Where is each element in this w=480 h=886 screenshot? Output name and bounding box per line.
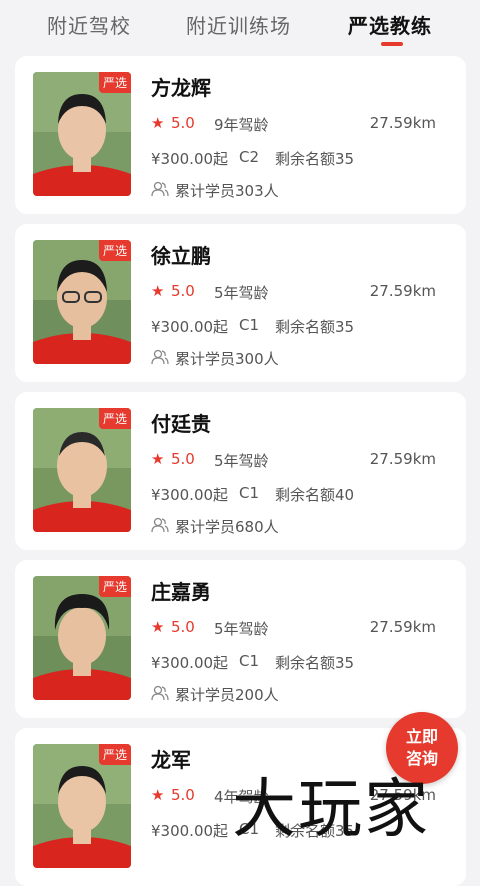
distance: 27.59km (369, 114, 436, 132)
coach-avatar: 严选 (33, 744, 131, 868)
star-icon: ★ (151, 618, 165, 636)
remaining-slots: 剩余名额35 (275, 150, 355, 168)
coach-name: 方龙辉 (151, 76, 211, 100)
coach-rating: 5.0 (171, 618, 195, 636)
user-group-icon (151, 685, 169, 701)
coach-rating: 5.0 (171, 450, 195, 468)
user-group-icon (151, 181, 169, 197)
driving-years: 9年驾龄 (214, 116, 269, 134)
tab-nearby-schools[interactable]: 附近驾校 (47, 10, 131, 39)
rating-row: ★ 5.0 5年驾龄 27.59km (151, 450, 451, 472)
watermark-logo: 大玩家 (232, 773, 430, 847)
consult-label-line1: 立即 (405, 727, 438, 746)
coach-name: 付廷贵 (151, 412, 211, 436)
coach-card[interactable]: 严选 徐立鹏 ★ 5.0 5年驾龄 27.59km ¥300.00起 C1 剩余… (15, 224, 466, 382)
star-icon: ★ (151, 450, 165, 468)
selected-badge: 严选 (98, 240, 131, 261)
coach-rating: 5.0 (171, 114, 195, 132)
coach-avatar: 严选 (33, 240, 131, 364)
rating-row: ★ 5.0 5年驾龄 27.59km (151, 282, 451, 304)
selected-badge: 严选 (98, 576, 131, 597)
distance: 27.59km (369, 282, 436, 300)
selected-badge: 严选 (98, 408, 131, 429)
driving-years: 5年驾龄 (214, 452, 269, 470)
license-type: C1 (239, 652, 260, 670)
license-type: C1 (239, 484, 260, 502)
coach-card[interactable]: 严选 庄嘉勇 ★ 5.0 5年驾龄 27.59km ¥300.00起 C1 剩余… (15, 560, 466, 718)
license-type: C2 (239, 148, 260, 166)
price: ¥300.00起 (151, 822, 229, 840)
selected-badge: 严选 (98, 744, 131, 765)
price: ¥300.00起 (151, 654, 229, 672)
remaining-slots: 剩余名额40 (275, 486, 355, 504)
total-students: 累计学员200人 (175, 686, 279, 704)
remaining-slots: 剩余名额35 (275, 318, 355, 336)
distance: 27.59km (369, 450, 436, 468)
user-group-icon (151, 517, 169, 533)
coach-avatar: 严选 (33, 408, 131, 532)
coach-name: 庄嘉勇 (151, 580, 211, 604)
total-students: 累计学员303人 (175, 182, 279, 200)
distance: 27.59km (369, 618, 436, 636)
coach-rating: 5.0 (171, 786, 195, 804)
active-tab-indicator (381, 42, 403, 46)
coach-name: 徐立鹏 (151, 244, 211, 268)
star-icon: ★ (151, 786, 165, 804)
rating-row: ★ 5.0 5年驾龄 27.59km (151, 618, 451, 640)
driving-years: 5年驾龄 (214, 620, 269, 638)
user-group-icon (151, 349, 169, 365)
coach-rating: 5.0 (171, 282, 195, 300)
coach-card[interactable]: 严选 方龙辉 ★ 5.0 9年驾龄 27.59km ¥300.00起 C2 剩余… (15, 56, 466, 214)
tab-nearby-training-grounds[interactable]: 附近训练场 (186, 10, 291, 39)
license-type: C1 (239, 316, 260, 334)
top-tabs: 附近驾校 附近训练场 严选教练 (0, 0, 480, 50)
total-students: 累计学员680人 (175, 518, 279, 536)
coach-avatar: 严选 (33, 72, 131, 196)
driving-years: 5年驾龄 (214, 284, 269, 302)
star-icon: ★ (151, 282, 165, 300)
coach-card[interactable]: 严选 付廷贵 ★ 5.0 5年驾龄 27.59km ¥300.00起 C1 剩余… (15, 392, 466, 550)
coach-avatar: 严选 (33, 576, 131, 700)
coach-name: 龙军 (151, 748, 191, 772)
price: ¥300.00起 (151, 318, 229, 336)
price: ¥300.00起 (151, 150, 229, 168)
remaining-slots: 剩余名额35 (275, 654, 355, 672)
total-students: 累计学员300人 (175, 350, 279, 368)
star-icon: ★ (151, 114, 165, 132)
rating-row: ★ 5.0 9年驾龄 27.59km (151, 114, 451, 136)
price: ¥300.00起 (151, 486, 229, 504)
selected-badge: 严选 (98, 72, 131, 93)
tab-selected-coaches[interactable]: 严选教练 (348, 10, 432, 39)
